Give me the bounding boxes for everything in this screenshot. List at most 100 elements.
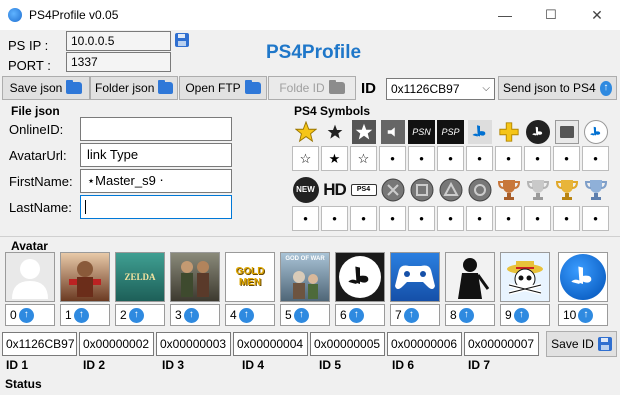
folder-id-button[interactable]: Folde ID xyxy=(268,76,356,100)
cross-button-icon[interactable] xyxy=(379,177,406,202)
psp-logo-icon[interactable]: PSP xyxy=(437,119,464,144)
psn-logo-icon[interactable]: PSN xyxy=(408,119,435,144)
save-id-button[interactable]: Save ID xyxy=(546,331,617,357)
bronze-trophy-icon[interactable] xyxy=(495,177,522,202)
open-ftp-button[interactable]: Open FTP xyxy=(179,76,267,100)
upload-icon[interactable]: ↑ xyxy=(513,307,529,323)
playstation-logo-icon[interactable] xyxy=(466,119,493,144)
white-star-box-icon[interactable] xyxy=(350,119,377,144)
one-piece-skull-icon[interactable] xyxy=(500,252,550,302)
symbol-value-cell[interactable]: • xyxy=(582,146,609,171)
ps-store-icon[interactable] xyxy=(553,119,580,144)
symbol-value-cell[interactable]: • xyxy=(553,206,580,231)
upload-icon[interactable]: ↑ xyxy=(18,307,34,323)
symbol-value-cell[interactable]: • xyxy=(292,206,319,231)
upload-icon[interactable]: ↑ xyxy=(293,307,309,323)
gold-men-logo-icon[interactable]: GOLD MEN xyxy=(225,252,275,302)
zelda-logo-icon[interactable]: ZELDA xyxy=(115,252,165,302)
minimize-button[interactable]: — xyxy=(482,0,528,30)
upload-icon[interactable]: ↑ xyxy=(128,307,144,323)
gold-trophy-icon[interactable] xyxy=(553,177,580,202)
upload-icon[interactable]: ↑ xyxy=(458,307,474,323)
upload-icon[interactable]: ↑ xyxy=(578,307,594,323)
avatar-url-input[interactable]: link Type xyxy=(80,143,232,167)
black-star-icon[interactable] xyxy=(321,119,348,144)
symbol-value-cell[interactable]: • xyxy=(379,146,406,171)
symbol-value-cell[interactable]: • xyxy=(350,206,377,231)
id-5-input[interactable]: 0x00000005 xyxy=(310,332,385,356)
ip-input[interactable]: 10.0.0.5 xyxy=(66,31,171,51)
symbol-value-cell[interactable]: ★ xyxy=(321,146,348,171)
controller-avatar-icon[interactable] xyxy=(390,252,440,302)
ps4-badge-icon[interactable]: PS4 xyxy=(350,177,377,202)
playstation-dark-logo-icon[interactable] xyxy=(335,252,385,302)
id-3-input[interactable]: 0x00000003 xyxy=(156,332,231,356)
symbol-value-cell[interactable]: • xyxy=(524,146,551,171)
id-7-input[interactable]: 0x00000007 xyxy=(464,332,539,356)
ps-circle-logo-icon[interactable] xyxy=(524,119,551,144)
close-button[interactable]: ✕ xyxy=(574,0,620,30)
symbol-value-cell[interactable]: • xyxy=(466,206,493,231)
avatar-select-5[interactable]: 5 ↑ xyxy=(280,304,330,326)
id-4-input[interactable]: 0x00000004 xyxy=(233,332,308,356)
save-json-button[interactable]: Save json xyxy=(2,76,90,100)
avatar-select-2[interactable]: 2 ↑ xyxy=(115,304,165,326)
symbol-value-cell[interactable]: • xyxy=(495,146,522,171)
new-badge-icon[interactable]: NEW xyxy=(292,176,319,203)
avatar-select-6[interactable]: 6 ↑ xyxy=(335,304,385,326)
upload-icon[interactable]: ↑ xyxy=(73,307,89,323)
last-name-input[interactable] xyxy=(80,195,232,219)
folder-json-button[interactable]: Folder json xyxy=(90,76,178,100)
square-button-icon[interactable] xyxy=(408,177,435,202)
playstation-blue-logo-icon[interactable] xyxy=(558,252,608,302)
avatar-select-4[interactable]: 4 ↑ xyxy=(225,304,275,326)
avatar-select-10[interactable]: 10 ↑ xyxy=(558,304,608,326)
symbol-value-cell[interactable]: • xyxy=(553,146,580,171)
symbol-value-cell[interactable]: • xyxy=(524,206,551,231)
id-6-input[interactable]: 0x00000006 xyxy=(387,332,462,356)
avatar-select-8[interactable]: 8 ↑ xyxy=(445,304,495,326)
symbol-value-cell[interactable]: • xyxy=(437,206,464,231)
circle-button-icon[interactable] xyxy=(466,177,493,202)
id-1-input[interactable]: 0x1126CB97 xyxy=(2,332,77,356)
symbol-value-cell[interactable]: • xyxy=(495,206,522,231)
symbol-value-cell[interactable]: ☆ xyxy=(350,146,377,171)
online-id-input[interactable] xyxy=(80,117,232,141)
default-user-avatar-icon[interactable] xyxy=(5,252,55,302)
id-select[interactable]: 0x1126CB97 ⌵ xyxy=(386,78,495,100)
send-json-button[interactable]: Send json to PS4 ↑ xyxy=(498,76,617,100)
gold-star-icon[interactable] xyxy=(292,119,319,144)
platinum-trophy-icon[interactable] xyxy=(582,177,609,202)
maximize-button[interactable]: ☐ xyxy=(528,0,574,30)
symbol-value-cell[interactable]: • xyxy=(582,206,609,231)
soldiers-avatar-icon[interactable] xyxy=(170,252,220,302)
silver-trophy-icon[interactable] xyxy=(524,177,551,202)
symbol-value-cell[interactable]: • xyxy=(466,146,493,171)
symbol-value-cell[interactable]: • xyxy=(408,206,435,231)
triangle-button-icon[interactable] xyxy=(437,177,464,202)
ps-plus-icon[interactable] xyxy=(495,119,522,144)
symbol-value-cell[interactable]: • xyxy=(321,206,348,231)
god-of-war-avatar-icon[interactable]: GOD OF WAR xyxy=(280,252,330,302)
avatar-select-9[interactable]: 9 ↑ xyxy=(500,304,550,326)
speaker-icon[interactable] xyxy=(379,119,406,144)
avatar-select-1[interactable]: 1 ↑ xyxy=(60,304,110,326)
port-input[interactable]: 1337 xyxy=(66,52,171,72)
ninja-avatar-icon[interactable] xyxy=(445,252,495,302)
upload-icon[interactable]: ↑ xyxy=(348,307,364,323)
hd-badge-icon[interactable]: HD xyxy=(321,177,348,202)
id-2-input[interactable]: 0x00000002 xyxy=(79,332,154,356)
save-ip-icon[interactable] xyxy=(175,33,189,47)
symbol-value-cell[interactable]: ☆ xyxy=(292,146,319,171)
symbol-value-cell[interactable]: • xyxy=(437,146,464,171)
avatar-select-3[interactable]: 3 ↑ xyxy=(170,304,220,326)
upload-icon[interactable]: ↑ xyxy=(403,307,419,323)
first-name-input[interactable]: ⋆Master_s9 ⋅ xyxy=(80,169,232,193)
upload-icon[interactable]: ↑ xyxy=(238,307,254,323)
fighter-avatar-icon[interactable] xyxy=(60,252,110,302)
ps-circle-white-icon[interactable] xyxy=(582,119,609,144)
avatar-select-0[interactable]: 0 ↑ xyxy=(5,304,55,326)
avatar-select-7[interactable]: 7 ↑ xyxy=(390,304,440,326)
symbol-value-cell[interactable]: • xyxy=(408,146,435,171)
symbol-value-cell[interactable]: • xyxy=(379,206,406,231)
